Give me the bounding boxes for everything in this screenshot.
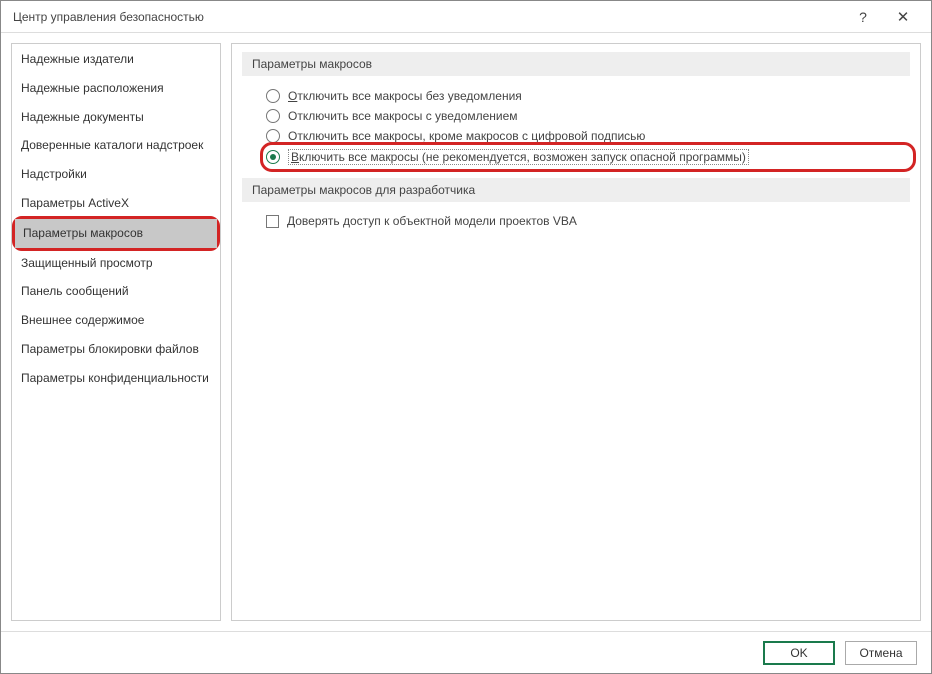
- radio-label: Включить все макросы (не рекомендуется, …: [288, 149, 749, 165]
- checkbox-trust-vba[interactable]: Доверять доступ к объектной модели проек…: [266, 214, 910, 228]
- sidebar: Надежные издатели Надежные расположения …: [11, 43, 221, 621]
- radio-label: Отключить все макросы с уведомлением: [288, 109, 518, 123]
- sidebar-item-trusted-locations[interactable]: Надежные расположения: [13, 74, 219, 103]
- radio-disable-with-notify[interactable]: Отключить все макросы с уведомлением: [266, 106, 910, 126]
- radio-label: Отключить все макросы, кроме макросов с …: [288, 129, 645, 143]
- ok-button[interactable]: OK: [763, 641, 835, 665]
- radio-icon: [266, 129, 280, 143]
- radio-disable-no-notify[interactable]: Отключить все макросы без уведомления: [266, 86, 910, 106]
- dialog-footer: OK Отмена: [1, 631, 931, 673]
- help-icon: ?: [859, 9, 867, 25]
- macro-radio-group: Отключить все макросы без уведомления От…: [242, 84, 910, 178]
- section-header-developer: Параметры макросов для разработчика: [242, 178, 910, 202]
- sidebar-item-privacy[interactable]: Параметры конфиденциальности: [13, 364, 219, 393]
- sidebar-item-trusted-publishers[interactable]: Надежные издатели: [13, 45, 219, 74]
- sidebar-item-macro-settings[interactable]: Параметры макросов: [15, 219, 217, 248]
- checkbox-label: Доверять доступ к объектной модели проек…: [287, 214, 577, 228]
- radio-icon: [266, 89, 280, 103]
- close-icon: ✕: [897, 8, 910, 26]
- cancel-button[interactable]: Отмена: [845, 641, 917, 665]
- titlebar: Центр управления безопасностью ? ✕: [1, 1, 931, 33]
- sidebar-item-trusted-addin-catalogs[interactable]: Доверенные каталоги надстроек: [13, 131, 219, 160]
- radio-label: Отключить все макросы без уведомления: [288, 89, 522, 103]
- dialog-body: Надежные издатели Надежные расположения …: [1, 33, 931, 631]
- radio-icon: [266, 109, 280, 123]
- trust-center-dialog: Центр управления безопасностью ? ✕ Надеж…: [0, 0, 932, 674]
- radio-enable-all[interactable]: Включить все макросы (не рекомендуется, …: [266, 146, 910, 168]
- developer-check-group: Доверять доступ к объектной модели проек…: [242, 210, 910, 238]
- section-header-macros: Параметры макросов: [242, 52, 910, 76]
- radio-icon: [266, 150, 280, 164]
- sidebar-item-activex[interactable]: Параметры ActiveX: [13, 189, 219, 218]
- content-panel: Параметры макросов Отключить все макросы…: [231, 43, 921, 621]
- sidebar-highlight: Параметры макросов: [12, 216, 220, 251]
- sidebar-item-external-content[interactable]: Внешнее содержимое: [13, 306, 219, 335]
- close-button[interactable]: ✕: [883, 3, 923, 31]
- sidebar-item-addins[interactable]: Надстройки: [13, 160, 219, 189]
- checkbox-icon: [266, 215, 279, 228]
- radio-disable-except-signed[interactable]: Отключить все макросы, кроме макросов с …: [266, 126, 910, 146]
- sidebar-item-message-bar[interactable]: Панель сообщений: [13, 277, 219, 306]
- help-button[interactable]: ?: [843, 3, 883, 31]
- window-title: Центр управления безопасностью: [13, 10, 843, 24]
- sidebar-item-file-block[interactable]: Параметры блокировки файлов: [13, 335, 219, 364]
- sidebar-item-protected-view[interactable]: Защищенный просмотр: [13, 249, 219, 278]
- sidebar-item-trusted-documents[interactable]: Надежные документы: [13, 103, 219, 132]
